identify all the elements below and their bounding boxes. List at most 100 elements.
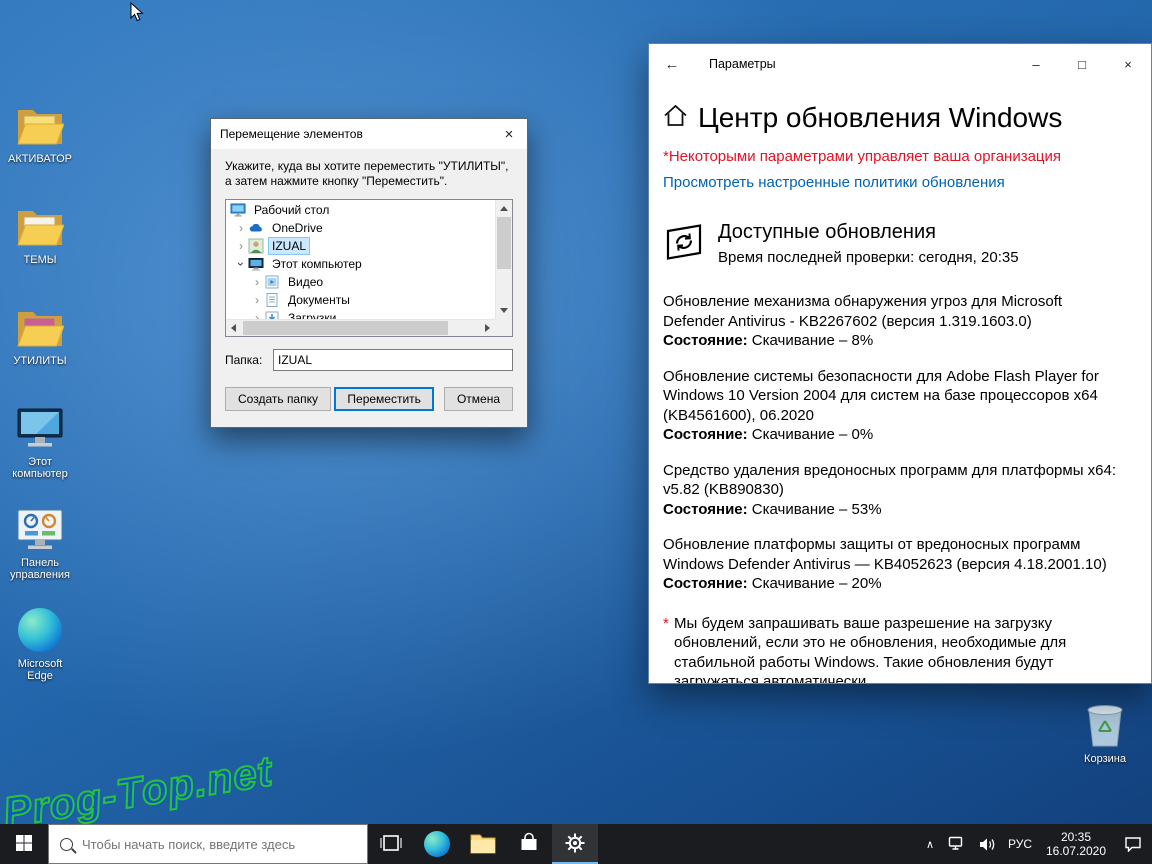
close-icon[interactable]: ×	[1105, 44, 1151, 84]
view-update-policies-link[interactable]: Просмотреть настроенные политики обновле…	[663, 174, 1127, 191]
tree-item-documents[interactable]: › Документы	[226, 291, 495, 309]
tree-item-desktop[interactable]: Рабочий стол	[226, 201, 495, 219]
volume-icon[interactable]	[972, 837, 1002, 852]
folder-icon	[470, 832, 496, 857]
update-name: Обновление системы безопасности для Adob…	[663, 367, 1127, 426]
scroll-left-icon[interactable]	[231, 324, 236, 332]
expander-icon[interactable]: ›	[250, 309, 264, 319]
update-item: Обновление механизма обнаружения угроз д…	[663, 292, 1127, 351]
onedrive-icon	[248, 220, 264, 236]
desktop-icon-recycle-bin[interactable]: Корзина	[1070, 700, 1140, 765]
utility-icon	[16, 302, 64, 352]
dialog-titlebar[interactable]: Перемещение элементов ×	[211, 119, 527, 149]
update-item: Обновление платформы защиты от вредоносн…	[663, 535, 1127, 594]
scroll-down-icon[interactable]	[500, 308, 508, 313]
vertical-scroll-thumb[interactable]	[497, 217, 511, 269]
tree-item-izual[interactable]: ›IZUAL	[226, 237, 495, 255]
update-status: Состояние: Скачивание – 8%	[663, 331, 1127, 351]
video-icon	[264, 274, 280, 290]
expander-icon[interactable]: ›	[234, 237, 248, 255]
taskbar-search-box[interactable]	[48, 824, 368, 864]
last-check-time: Время последней проверки: сегодня, 20:35	[718, 249, 1019, 266]
desktop-icon-label: Панель управления	[5, 557, 75, 581]
control-panel-icon	[16, 504, 64, 554]
update-name: Средство удаления вредоносных программ д…	[663, 461, 1127, 500]
expander-icon[interactable]: ›	[250, 273, 264, 291]
desktop-icon-this-pc[interactable]: Этот компьютер	[5, 403, 75, 492]
aktivator-icon	[16, 100, 64, 150]
desktop: АКТИВАТОР ТЕМЫ УТИЛИТЫ Этот компьютер Панель…	[0, 0, 1152, 864]
folder-tree-rows: Рабочий стол›OneDrive›IZUAL›Этот компьют…	[226, 201, 495, 319]
scroll-right-icon[interactable]	[485, 324, 490, 332]
tree-item-label: Рабочий стол	[251, 202, 332, 218]
folder-field-label: Папка:	[225, 353, 273, 367]
language-indicator[interactable]: РУС	[1002, 837, 1038, 851]
scroll-up-icon[interactable]	[500, 206, 508, 211]
expander-icon[interactable]: ›	[232, 257, 250, 271]
taskbar-clock[interactable]: 20:35 16.07.2020	[1038, 830, 1114, 858]
footnote-text: Мы будем запрашивать ваше разрешение на …	[674, 615, 1066, 685]
edge-icon	[18, 605, 62, 655]
store-bag-icon	[518, 832, 540, 857]
file-explorer-button[interactable]	[460, 824, 506, 864]
tree-item-downloads[interactable]: ›Загрузки	[226, 309, 495, 319]
desktop-icon-label: АКТИВАТОР	[8, 153, 72, 165]
desktop-icon-label: ТЕМЫ	[24, 254, 57, 266]
action-center-icon[interactable]	[1114, 836, 1152, 852]
tree-item-label: Этот компьютер	[269, 256, 365, 272]
task-view-icon	[379, 833, 403, 856]
settings-window-title: Параметры	[709, 57, 776, 71]
gear-icon	[564, 832, 586, 857]
desktop-icon-temy[interactable]: ТЕМЫ	[5, 201, 75, 290]
folder-name-row: Папка:	[225, 349, 513, 371]
settings-titlebar[interactable]: ← Параметры – □ ×	[649, 44, 1151, 84]
desktop-icon-list: АКТИВАТОР ТЕМЫ УТИЛИТЫ Этот компьютер Панель…	[5, 100, 75, 706]
desktop-icon-label: УТИЛИТЫ	[13, 355, 66, 367]
search-input[interactable]	[82, 825, 367, 863]
vertical-scrollbar[interactable]	[495, 200, 512, 319]
tray-expand-icon[interactable]: ∧	[918, 838, 942, 851]
update-item: Средство удаления вредоносных программ д…	[663, 461, 1127, 520]
scrollbar-corner	[495, 319, 512, 336]
update-status: Состояние: Скачивание – 53%	[663, 500, 1127, 520]
folder-tree: Рабочий стол›OneDrive›IZUAL›Этот компьют…	[225, 199, 513, 337]
maximize-icon[interactable]: □	[1059, 44, 1105, 84]
expander-icon[interactable]: ›	[234, 219, 248, 237]
update-name: Обновление платформы защиты от вредоносн…	[663, 535, 1127, 574]
page-title: Центр обновления Windows	[698, 102, 1062, 134]
tree-item-label: Документы	[285, 292, 353, 308]
desktop-icon-edge[interactable]: Microsoft Edge	[5, 605, 75, 694]
task-view-button[interactable]	[368, 824, 414, 864]
update-item: Обновление системы безопасности для Adob…	[663, 367, 1127, 445]
settings-taskbar-button[interactable]	[552, 824, 598, 864]
windows-logo-icon	[16, 835, 32, 854]
horizontal-scrollbar[interactable]	[226, 319, 495, 336]
back-icon[interactable]: ←	[649, 44, 695, 84]
start-button[interactable]	[0, 824, 48, 864]
downloads-icon	[264, 310, 280, 319]
network-icon[interactable]	[942, 836, 972, 852]
folder-name-input[interactable]	[273, 349, 513, 371]
tree-item-video[interactable]: ›Видео	[226, 273, 495, 291]
this-pc-icon	[16, 403, 64, 453]
tree-item-onedrive[interactable]: ›OneDrive	[226, 219, 495, 237]
computer-icon	[248, 256, 264, 272]
microsoft-store-button[interactable]	[506, 824, 552, 864]
desktop-icon-aktivator[interactable]: АКТИВАТОР	[5, 100, 75, 189]
desktop-icon-utility[interactable]: УТИЛИТЫ	[5, 302, 75, 391]
updates-footnote: * Мы будем запрашивать ваше разрешение н…	[663, 614, 1127, 685]
horizontal-scroll-thumb[interactable]	[243, 321, 448, 335]
create-folder-button[interactable]: Создать папку	[225, 387, 331, 411]
minimize-icon[interactable]: –	[1013, 44, 1059, 84]
footnote-asterisk: *	[663, 614, 669, 634]
close-icon[interactable]: ×	[491, 119, 527, 149]
cancel-button[interactable]: Отмена	[444, 387, 513, 411]
clock-date: 16.07.2020	[1038, 844, 1114, 858]
tree-item-this-pc[interactable]: › Этот компьютер	[226, 255, 495, 273]
move-button[interactable]: Переместить	[334, 387, 434, 411]
edge-taskbar-button[interactable]	[414, 824, 460, 864]
dialog-instruction: Укажите, куда вы хотите переместить "УТИ…	[225, 159, 513, 189]
expander-icon[interactable]: ›	[250, 291, 264, 309]
clock-time: 20:35	[1038, 830, 1114, 844]
desktop-icon-control-panel[interactable]: Панель управления	[5, 504, 75, 593]
